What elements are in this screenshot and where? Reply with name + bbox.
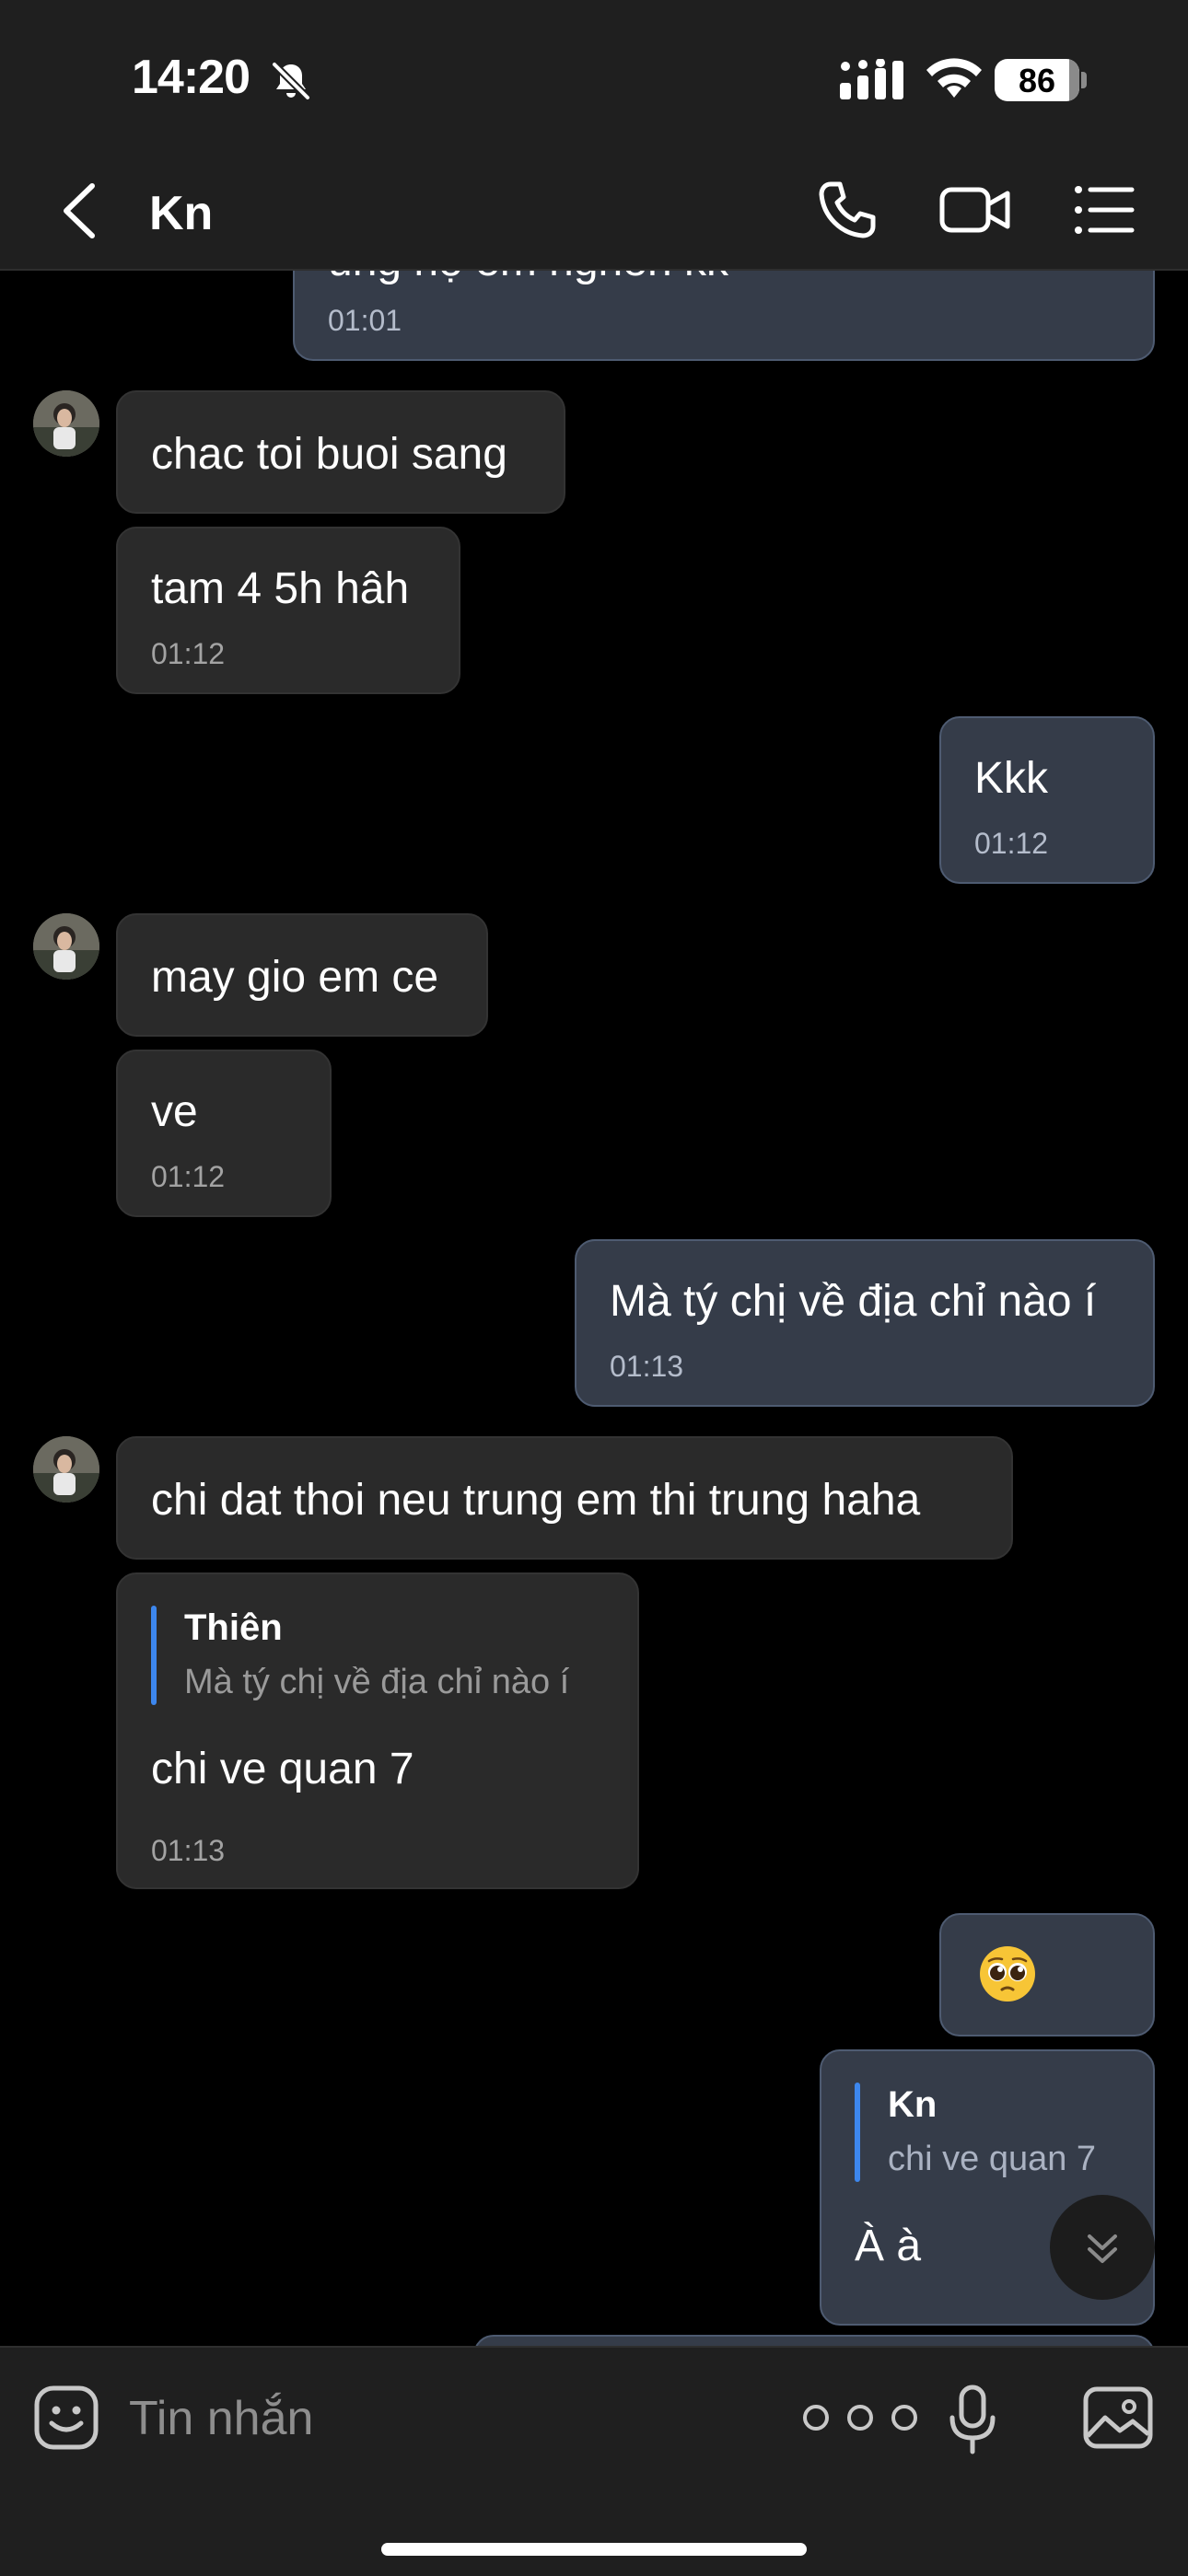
message-text: ve [151, 1087, 198, 1136]
image-picker-icon[interactable] [1083, 2386, 1153, 2449]
message-input[interactable] [129, 2388, 737, 2449]
quote-accent-bar [151, 1606, 157, 1705]
chat-title[interactable]: Kn [149, 186, 213, 241]
more-options-icon[interactable] [799, 2401, 921, 2434]
reply-message-bubble[interactable]: Thiên Mà tý chị về địa chỉ nào í chi ve … [116, 1572, 639, 1889]
message-bubble[interactable]: may gio em ce [116, 913, 488, 1037]
battery-level: 86 [1018, 62, 1056, 99]
message-time: 01:01 [328, 304, 402, 337]
quoted-text: Mà tý chị về địa chỉ nào í [184, 1663, 570, 1701]
avatar-photo [33, 390, 99, 457]
message-text: Kkk [974, 754, 1049, 803]
home-indicator [381, 2543, 807, 2556]
sticker-icon[interactable] [33, 2385, 99, 2451]
message-text: tam 4 5h hâh [151, 564, 410, 613]
message-time: 01:12 [151, 1160, 226, 1193]
message-text: chi dat thoi neu trung em thi trung haha [151, 1476, 921, 1525]
double-chevron-down-icon [1088, 2234, 1117, 2263]
message-bubble[interactable]: Mà tý chị về địa chỉ nào í 01:13 [575, 1239, 1155, 1407]
quoted-sender: Kn [888, 2084, 938, 2125]
message-bubble[interactable]: Kkk 01:12 [939, 716, 1155, 884]
top-bar: 14:20 86 Kn [0, 0, 1188, 271]
message-bubble[interactable]: chi dat thoi neu trung em thi trung haha [116, 1436, 1013, 1560]
muted-bell-icon [272, 62, 310, 100]
message-text: may gio em ce [151, 953, 439, 1002]
wifi-icon [926, 58, 982, 98]
chat-options-icon[interactable] [1074, 184, 1135, 236]
message-time: 01:12 [974, 827, 1049, 860]
quoted-text: chi ve quan 7 [888, 2140, 1097, 2178]
message-text: chi ve quan 7 [151, 1745, 414, 1793]
message-composer [0, 2346, 1188, 2576]
contact-avatar[interactable] [33, 1436, 99, 1503]
message-time: 01:13 [610, 1350, 684, 1383]
battery-tip [1081, 72, 1087, 88]
avatar-photo [33, 1436, 99, 1503]
message-bubble[interactable]: ve 01:12 [116, 1050, 332, 1217]
message-time: 01:13 [151, 1834, 226, 1867]
phone-call-icon[interactable] [818, 180, 877, 239]
cellular-signal-icon [840, 59, 903, 99]
quote-accent-bar [855, 2083, 860, 2182]
status-time: 14:20 [132, 51, 250, 104]
scroll-to-bottom-button[interactable] [1050, 2195, 1155, 2300]
microphone-icon[interactable] [949, 2385, 996, 2454]
pleading-face-emoji [980, 1946, 1035, 2002]
contact-avatar[interactable] [33, 913, 99, 980]
message-text: À à [855, 2222, 922, 2270]
message-bubble[interactable]: chac toi buoi sang [116, 390, 565, 514]
message-text: chac toi buoi sang [151, 430, 507, 479]
back-button[interactable] [57, 180, 103, 241]
avatar-photo [33, 913, 99, 980]
message-bubble[interactable] [939, 1913, 1155, 2036]
message-time: 01:12 [151, 637, 226, 670]
battery-indicator: 86 [995, 59, 1079, 101]
video-call-icon[interactable] [939, 180, 1011, 239]
message-bubble[interactable]: tam 4 5h hâh 01:12 [116, 527, 460, 694]
contact-avatar[interactable] [33, 390, 99, 457]
message-text: Mà tý chị về địa chỉ nào í [610, 1277, 1097, 1326]
quoted-sender: Thiên [184, 1607, 283, 1648]
